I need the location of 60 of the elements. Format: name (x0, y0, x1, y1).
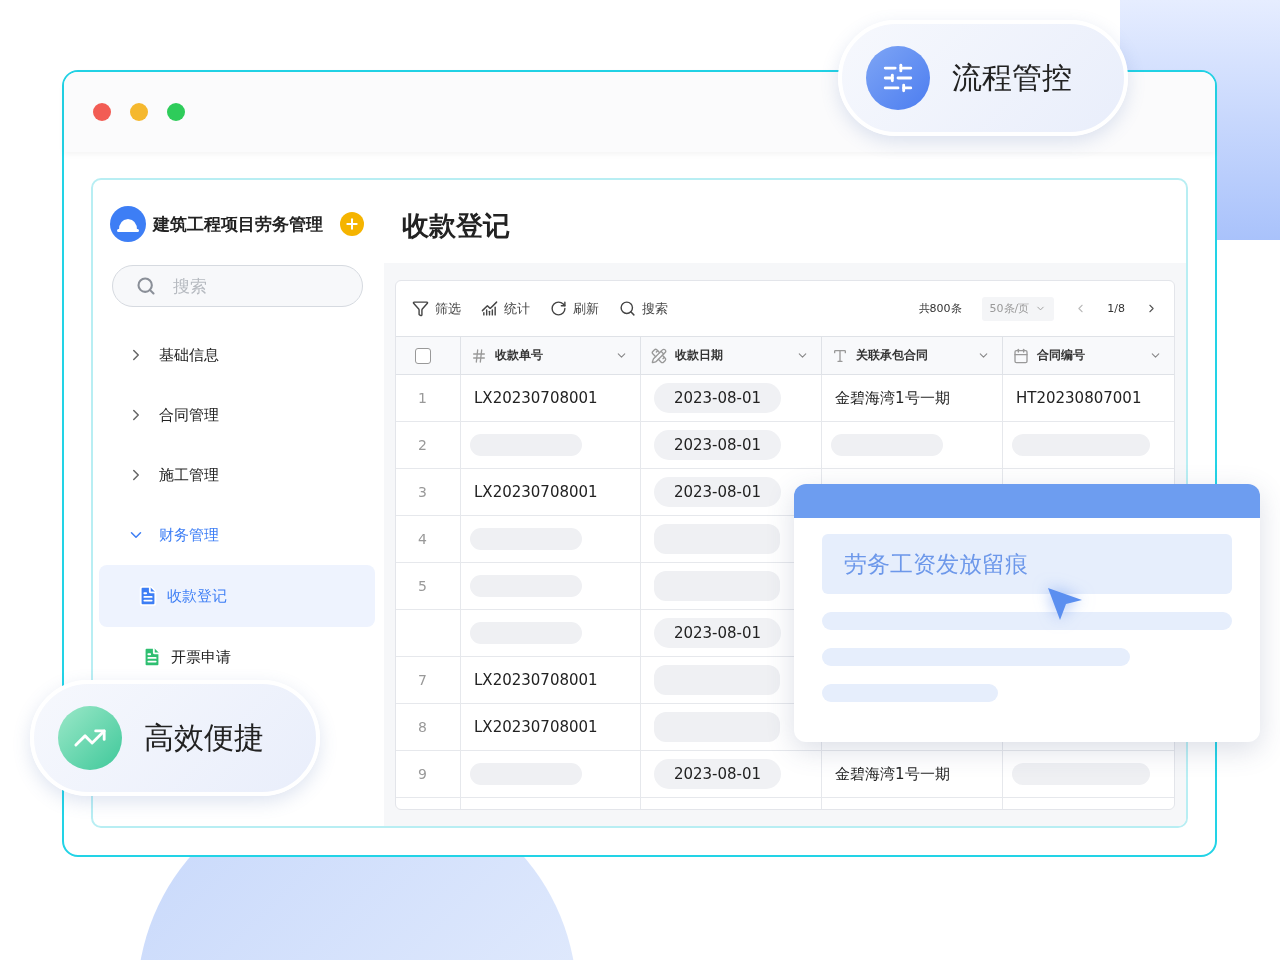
date-chip: 2023-08-01 (654, 383, 781, 413)
table-cell: HT20230807001 (1016, 389, 1142, 407)
row-number: 3 (417, 484, 427, 500)
toolbar-button[interactable]: 筛选 (412, 299, 461, 318)
row-number: 1 (417, 390, 427, 406)
row-number: 9 (417, 766, 427, 782)
toolbar-button[interactable]: 刷新 (550, 299, 599, 318)
letter-icon (832, 347, 848, 364)
refresh-icon (550, 300, 567, 317)
menu-item[interactable]: 财务管理 (93, 505, 384, 565)
plus-icon (344, 216, 360, 232)
date-chip: 2023-08-01 (654, 430, 781, 460)
row-number: 8 (417, 719, 427, 735)
submenu-item[interactable]: 收款登记 (99, 565, 375, 627)
add-button[interactable] (340, 212, 364, 236)
column-header[interactable]: 合同编号 (1002, 336, 1174, 375)
row-number: 2 (417, 437, 427, 453)
page-indicator: 1/8 (1107, 302, 1125, 315)
search-field[interactable]: 搜索 (112, 265, 363, 307)
table-cell: LX20230708001 (474, 389, 598, 407)
sliders-icon (881, 61, 915, 95)
app-title: 建筑工程项目劳务管理 (153, 212, 323, 236)
table-cell: LX20230708001 (474, 671, 598, 689)
toolbar-button[interactable]: 搜索 (619, 299, 668, 318)
date-chip: 2023-08-01 (654, 477, 781, 507)
column-header[interactable]: 收款日期 (640, 336, 821, 375)
calendar-icon (1013, 347, 1029, 364)
close-dot[interactable] (93, 103, 111, 121)
toolbar-button[interactable]: 统计 (481, 299, 530, 318)
popup-title: 劳务工资发放留痕 (822, 534, 1232, 594)
date-chip: 2023-08-01 (654, 618, 781, 648)
date-chip: 2023-08-01 (654, 759, 781, 789)
menu-item[interactable]: 基础信息 (93, 325, 384, 385)
column-header[interactable]: 关联承包合同 (821, 336, 1002, 375)
table-cell: LX20230708001 (474, 483, 598, 501)
table-cell: 金碧海湾1号一期 (835, 764, 950, 784)
document-icon (137, 585, 159, 607)
row-number: 7 (417, 672, 427, 688)
column-header[interactable]: 收款单号 (460, 336, 640, 375)
chart-icon (481, 300, 498, 317)
page-title: 收款登记 (402, 209, 511, 243)
menu-item[interactable]: 施工管理 (93, 445, 384, 505)
hash-icon (471, 347, 487, 364)
total-count: 共800条 (918, 301, 962, 316)
filter-icon (412, 300, 429, 317)
table-cell: LX20230708001 (474, 718, 598, 736)
row-number: 4 (417, 531, 427, 547)
zoom-dot[interactable] (167, 103, 185, 121)
search-icon (619, 300, 636, 317)
badge-label: 高效便捷 (144, 718, 264, 757)
submenu-item[interactable]: 开票申请 (99, 635, 375, 679)
badge-label: 流程管控 (952, 58, 1072, 97)
checkbox[interactable] (415, 347, 431, 364)
table-cell: 金碧海湾1号一期 (835, 388, 950, 408)
row-number: 5 (417, 578, 427, 594)
search-icon (136, 276, 156, 296)
menu-item[interactable]: 合同管理 (93, 385, 384, 445)
pencil-ruler-icon (651, 347, 667, 364)
helmet-logo-icon (110, 206, 146, 242)
minimize-dot[interactable] (130, 103, 148, 121)
